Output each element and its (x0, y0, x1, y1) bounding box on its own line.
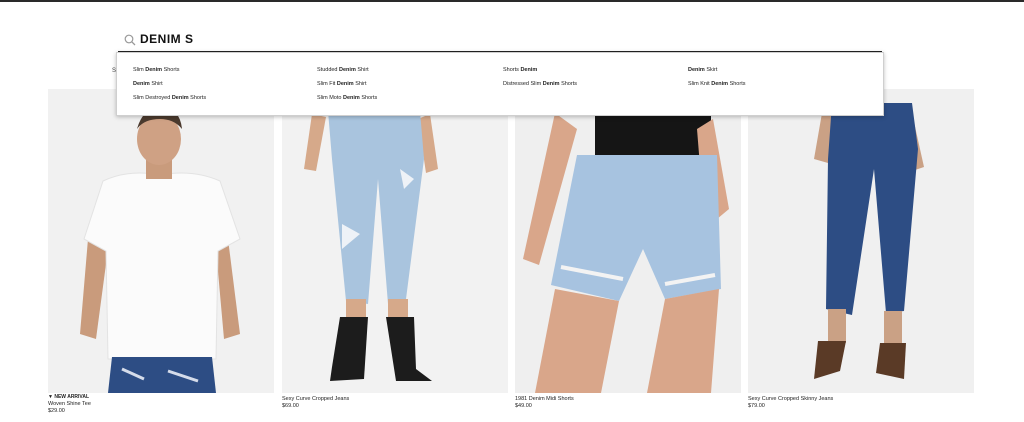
suggestion-item[interactable]: Studded Denim Shirt (317, 67, 369, 73)
product-card[interactable]: Sexy Curve Cropped Skinny Jeans $79.00 (748, 89, 974, 409)
suggestion-item[interactable]: Slim Moto Denim Shorts (317, 95, 377, 101)
search-icon[interactable] (124, 34, 136, 46)
product-price: $69.00 (282, 403, 299, 409)
suggestion-item[interactable]: Denim Shirt (133, 81, 163, 87)
denim-shorts-image (515, 89, 741, 393)
product-price: $49.00 (515, 403, 532, 409)
product-image[interactable] (748, 89, 974, 393)
man-white-tee-image (48, 89, 274, 393)
product-price: $79.00 (748, 403, 765, 409)
light-wash-cropped-jeans-image (282, 89, 508, 393)
product-card[interactable]: ▼ NEW ARRIVAL Woven Shine Tee $29.00 (48, 89, 274, 414)
product-name[interactable]: 1981 Denim Midi Shorts (515, 396, 574, 402)
search-bar[interactable] (118, 26, 882, 52)
suggestion-item[interactable]: Slim Fit Denim Shirt (317, 81, 367, 87)
product-card[interactable]: 1981 Denim Midi Shorts $49.00 (515, 89, 741, 409)
new-arrival-badge: ▼ NEW ARRIVAL (48, 394, 90, 400)
suggestion-item[interactable]: Distressed Slim Denim Shorts (503, 81, 577, 87)
product-name[interactable]: Sexy Curve Cropped Skinny Jeans (748, 396, 833, 402)
search-suggestions-dropdown: Slim Denim Shorts Studded Denim Shirt Sh… (116, 52, 884, 116)
suggestion-item[interactable]: Denim Skirt (688, 67, 717, 73)
search-input[interactable] (140, 29, 540, 49)
suggestion-item[interactable]: Slim Knit Denim Shorts (688, 81, 745, 87)
product-name[interactable]: Woven Shine Tee (48, 401, 91, 407)
product-image[interactable] (282, 89, 508, 393)
product-card[interactable]: Sexy Curve Cropped Jeans $69.00 (282, 89, 508, 409)
suggestion-item[interactable]: Shorts Denim (503, 67, 537, 73)
suggestion-item[interactable]: Slim Denim Shorts (133, 67, 179, 73)
top-divider (0, 0, 1024, 2)
product-price: $29.00 (48, 408, 65, 414)
product-image[interactable] (48, 89, 274, 393)
dark-wash-skinny-jeans-image (748, 89, 974, 393)
product-name[interactable]: Sexy Curve Cropped Jeans (282, 396, 349, 402)
suggestion-item[interactable]: Slim Destroyed Denim Shorts (133, 95, 206, 101)
product-image[interactable] (515, 89, 741, 393)
